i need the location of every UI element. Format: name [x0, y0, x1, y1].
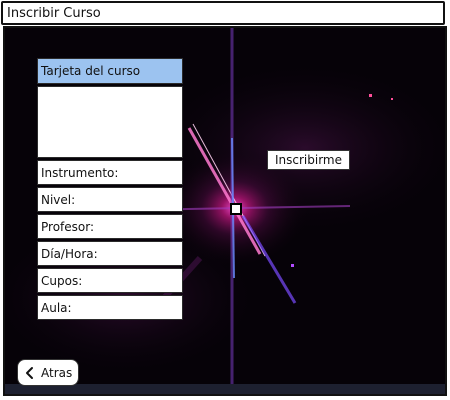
field-seats-label: Cupos: — [41, 274, 83, 288]
field-level-label: Nivel: — [41, 193, 76, 207]
course-card-title: Tarjeta del curso — [41, 64, 141, 78]
enroll-button-label: Inscribirme — [274, 153, 342, 167]
field-schedule: Día/Hora: — [37, 241, 183, 266]
back-button-label: Atras — [41, 365, 73, 380]
field-level: Nivel: — [37, 187, 183, 212]
window-title: Inscribir Curso — [7, 6, 101, 21]
enroll-button[interactable]: Inscribirme — [267, 150, 350, 170]
window-titlebar: Inscribir Curso — [1, 1, 445, 25]
field-classroom-label: Aula: — [41, 301, 72, 315]
back-button[interactable]: Atras — [17, 359, 79, 386]
field-instrument-label: Instrumento: — [41, 166, 119, 180]
field-schedule-label: Día/Hora: — [41, 247, 98, 261]
chevron-left-icon — [26, 366, 33, 379]
field-teacher: Profesor: — [37, 214, 183, 239]
field-instrument: Instrumento: — [37, 160, 183, 185]
course-image-placeholder — [37, 86, 183, 158]
field-classroom: Aula: — [37, 295, 183, 320]
field-seats: Cupos: — [37, 268, 183, 293]
main-frame: Tarjeta del curso Instrumento: Nivel: Pr… — [3, 26, 447, 396]
field-teacher-label: Profesor: — [41, 220, 95, 234]
course-card-header: Tarjeta del curso — [37, 58, 183, 84]
